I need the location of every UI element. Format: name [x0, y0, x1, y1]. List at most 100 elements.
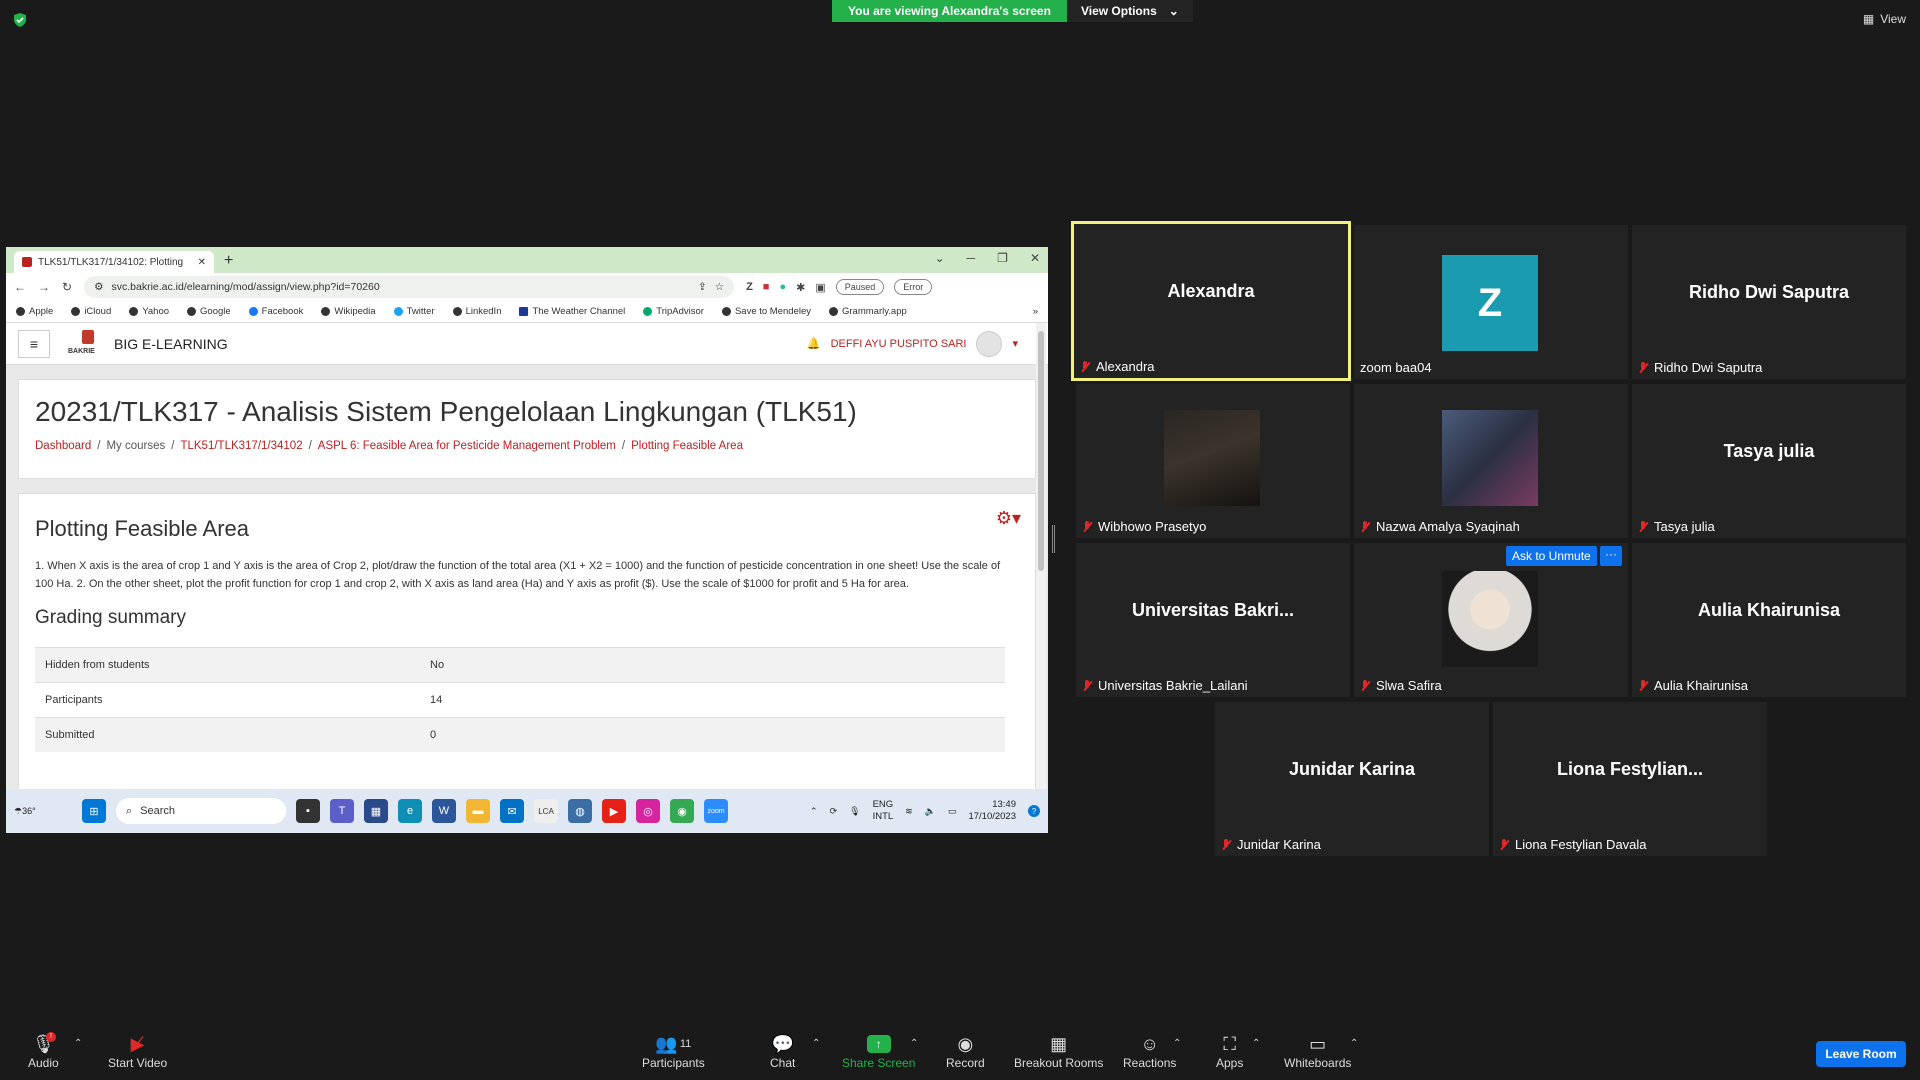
apps-button[interactable]: ⛶ Apps — [1216, 1032, 1243, 1071]
site-name[interactable]: BIG E-LEARNING — [114, 336, 228, 352]
teams-icon[interactable]: T — [330, 799, 354, 823]
error-button[interactable]: Error — [894, 279, 933, 295]
tray-overflow-icon[interactable]: ⌃ — [810, 806, 818, 817]
user-menu[interactable]: 🔔 DEFFI AYU PUSPITO SARI ▾ — [807, 330, 1018, 357]
site-info-icon[interactable]: ⚙ — [94, 281, 103, 293]
leave-room-button[interactable]: Leave Room — [1816, 1041, 1906, 1067]
participant-tile[interactable]: Slwa Safira — [1354, 543, 1628, 697]
whiteboards-button[interactable]: ▭ Whiteboards — [1284, 1032, 1351, 1071]
view-button[interactable]: ▦ View — [1863, 12, 1906, 26]
breadcrumb-current[interactable]: Plotting Feasible Area — [631, 440, 743, 452]
battery-icon[interactable]: ▭ — [948, 806, 957, 817]
store-icon[interactable]: ▦ — [364, 799, 388, 823]
whiteboards-options-caret-icon[interactable]: ⌃ — [1350, 1038, 1358, 1049]
bookmark-item[interactable]: The Weather Channel — [519, 306, 625, 317]
forward-icon[interactable]: → — [38, 280, 50, 294]
participant-tile[interactable]: Liona Festylian... Liona Festylian Daval… — [1493, 702, 1767, 856]
share-options-caret-icon[interactable]: ⌃ — [910, 1038, 918, 1049]
bell-icon[interactable]: 🔔 — [807, 337, 821, 350]
share-screen-button[interactable]: ↑ Share Screen — [842, 1032, 915, 1070]
new-tab-icon[interactable]: + — [224, 252, 233, 270]
chat-options-caret-icon[interactable]: ⌃ — [812, 1038, 820, 1049]
zotero-icon[interactable]: Z — [746, 281, 753, 293]
more-bookmarks-icon[interactable]: » — [1033, 306, 1038, 317]
address-bar[interactable]: ⚙ svc.bakrie.ac.id/elearning/mod/assign/… — [84, 276, 735, 298]
breadcrumb-my-courses[interactable]: My courses — [106, 440, 165, 452]
bookmark-item[interactable]: Wikipedia — [321, 306, 376, 317]
task-view-icon[interactable]: ▪ — [296, 799, 320, 823]
grammarly-icon[interactable]: ● — [779, 281, 786, 293]
bookmark-item[interactable]: iCloud — [71, 306, 111, 317]
instagram-icon[interactable]: ◎ — [636, 799, 660, 823]
breadcrumb-section[interactable]: ASPL 6: Feasible Area for Pesticide Mana… — [318, 440, 616, 452]
share-icon[interactable]: ⇪ — [698, 281, 707, 293]
breakout-rooms-button[interactable]: ▦ Breakout Rooms — [1014, 1032, 1103, 1071]
menu-icon[interactable]: ≡ — [18, 329, 50, 358]
audio-options-caret-icon[interactable]: ⌃ — [74, 1038, 82, 1049]
participant-tile[interactable]: Nazwa Amalya Syaqinah — [1354, 384, 1628, 538]
youtube-icon[interactable]: ▶ — [602, 799, 626, 823]
audio-button[interactable]: 🎙! Audio — [28, 1032, 59, 1070]
browser-tab[interactable]: TLK51/TLK317/1/34102: Plotting ✕ — [14, 251, 214, 273]
start-video-button[interactable]: ▶̸ Start Video — [108, 1032, 167, 1071]
taskbar-search[interactable]: ⌕ Search — [116, 798, 286, 824]
breadcrumb-course[interactable]: TLK51/TLK317/1/34102 — [180, 440, 302, 452]
back-icon[interactable]: ← — [14, 280, 26, 294]
breadcrumb-dashboard[interactable]: Dashboard — [35, 440, 91, 452]
participant-tile[interactable]: Universitas Bakri... Universitas Bakrie_… — [1076, 543, 1350, 697]
reactions-options-caret-icon[interactable]: ⌃ — [1173, 1038, 1181, 1049]
restore-icon[interactable]: ❐ — [997, 251, 1008, 265]
participant-tile[interactable]: Junidar Karina Junidar Karina — [1215, 702, 1489, 856]
gear-icon[interactable]: ⚙▾ — [996, 508, 1021, 529]
mail-icon[interactable]: ✉ — [500, 799, 524, 823]
side-panel-icon[interactable]: ▣ — [815, 281, 825, 294]
bookmark-item[interactable]: Twitter — [393, 306, 435, 317]
language-indicator[interactable]: ENG INTL — [873, 799, 894, 823]
edge-icon[interactable]: e — [398, 799, 422, 823]
windows-start-icon[interactable]: ⊞ — [82, 799, 106, 823]
mendeley-icon[interactable]: ■ — [763, 281, 770, 293]
chrome-icon[interactable]: ◉ — [670, 799, 694, 823]
lca-app-icon[interactable]: LCA — [534, 799, 558, 823]
folder-icon[interactable]: ▬ — [466, 799, 490, 823]
view-options-button[interactable]: View Options ⌄ — [1066, 0, 1193, 22]
extensions-puzzle-icon[interactable]: ✱ — [796, 281, 805, 294]
bookmark-item[interactable]: Apple — [16, 306, 53, 317]
close-window-icon[interactable]: ✕ — [1030, 251, 1040, 265]
sync-icon[interactable]: ⟳ — [830, 806, 838, 817]
minimize-icon[interactable]: ─ — [967, 251, 976, 265]
participants-button[interactable]: 👥 11 Participants — [642, 1032, 705, 1071]
split-handle[interactable] — [1052, 525, 1055, 553]
tab-search-icon[interactable]: ⌄ — [935, 251, 945, 265]
participant-tile[interactable]: Wibhowo Prasetyo — [1076, 384, 1350, 538]
shield-icon[interactable] — [12, 12, 28, 28]
participant-tile[interactable]: Ridho Dwi Saputra Ridho Dwi Saputra — [1632, 225, 1906, 379]
participant-tile[interactable]: Alexandra Alexandra — [1071, 221, 1351, 381]
bookmark-star-icon[interactable]: ☆ — [715, 281, 724, 293]
bookmark-item[interactable]: LinkedIn — [452, 306, 501, 317]
bookmark-item[interactable]: Save to Mendeley — [721, 306, 811, 317]
record-button[interactable]: ◉ Record — [946, 1032, 985, 1071]
bookmark-item[interactable]: Google — [187, 306, 231, 317]
volume-icon[interactable]: 🔈 — [925, 806, 936, 817]
word-icon[interactable]: W — [432, 799, 456, 823]
close-tab-icon[interactable]: ✕ — [198, 257, 206, 268]
microphone-icon[interactable]: 🎙 — [849, 806, 860, 817]
reactions-button[interactable]: ☺ Reactions — [1123, 1032, 1176, 1071]
help-icon[interactable]: ? — [1028, 805, 1040, 817]
profile-paused-button[interactable]: Paused — [835, 279, 885, 295]
zoom-app-icon[interactable]: zoom — [704, 799, 728, 823]
weather-widget[interactable]: ☂36° — [14, 806, 42, 817]
apps-options-caret-icon[interactable]: ⌃ — [1252, 1038, 1260, 1049]
participant-tile[interactable]: Z zoom baa04 — [1354, 225, 1628, 379]
bookmark-item[interactable]: Facebook — [248, 306, 303, 317]
ask-to-unmute-button[interactable]: Ask to Unmute — [1506, 546, 1597, 566]
clock[interactable]: 13:49 17/10/2023 — [968, 799, 1016, 823]
bookmark-item[interactable]: TripAdvisor — [643, 306, 704, 317]
participant-tile[interactable]: Aulia Khairunisa Aulia Khairunisa — [1632, 543, 1906, 697]
globe-app-icon[interactable]: ◍ — [568, 799, 592, 823]
bookmark-item[interactable]: Yahoo — [129, 306, 169, 317]
reload-icon[interactable]: ↻ — [62, 280, 72, 294]
bookmark-item[interactable]: Grammarly.app — [829, 306, 907, 317]
page-scrollbar[interactable] — [1036, 323, 1046, 789]
